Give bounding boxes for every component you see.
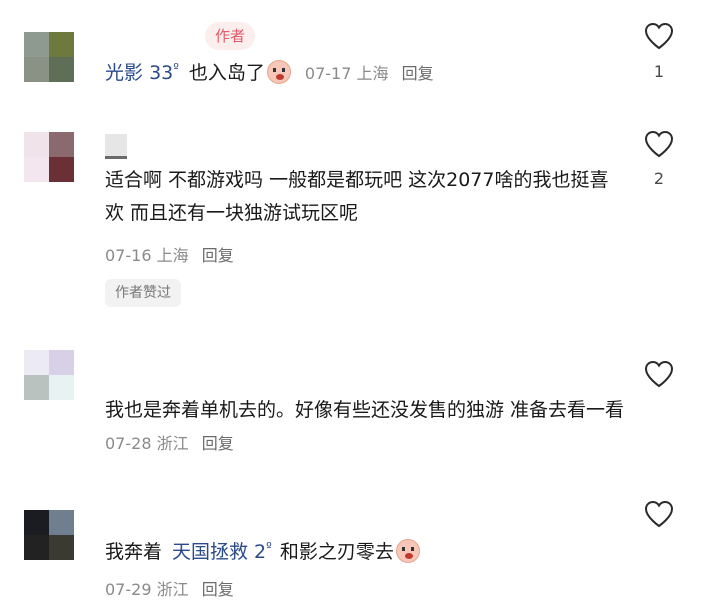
comment-meta: 07-17 上海 回复 [305, 60, 434, 84]
avatar[interactable] [24, 350, 74, 400]
comment-text: 也入岛了 [188, 62, 265, 84]
author-liked-chip: 作者赞过 [105, 279, 181, 307]
shy-face-emoji-icon [266, 59, 291, 84]
avatar[interactable] [24, 132, 74, 182]
comment-line: 我奔着 天国拯救 2º 和影之刃零去 [105, 537, 422, 564]
heart-icon[interactable] [644, 360, 674, 388]
reply-button[interactable]: 回复 [202, 434, 234, 453]
shy-face-emoji-icon [395, 538, 420, 563]
avatar[interactable] [24, 510, 74, 560]
comment-date: 07-17 [304, 63, 352, 83]
username[interactable] [105, 134, 127, 159]
comment-text: 我也是奔着单机去的。好像有些还没发售的独游 准备去看一看 07-28 浙江 回复 [105, 399, 625, 453]
like-count: 2 [653, 169, 665, 188]
comment-location: 上海 [156, 246, 189, 265]
reply-button[interactable]: 回复 [202, 580, 234, 599]
comment-location: 浙江 [156, 434, 189, 453]
comment-meta: 07-28 浙江 回复 [105, 434, 234, 453]
avatar[interactable] [24, 32, 74, 82]
heart-icon[interactable] [644, 500, 674, 528]
comment-location: 上海 [356, 63, 389, 83]
comment-date: 07-29 [105, 580, 152, 599]
comment-text: 适合啊 不都游戏吗 一般都是都玩吧 这次2077啥的我也挺喜欢 而且还有一块独游… [105, 169, 609, 224]
comment-meta: 07-29 浙江 回复 [105, 576, 234, 600]
comment-meta: 07-16 上海 回复 [105, 242, 234, 266]
author-badge: 作者 [205, 22, 256, 50]
comment-line: 光影 33º 也入岛了 07-17 上海 回复 [105, 58, 434, 85]
reply-button[interactable]: 回复 [402, 64, 434, 83]
reply-button[interactable]: 回复 [202, 246, 234, 265]
comment-date: 07-28 [105, 434, 152, 453]
game-link[interactable]: 天国拯救 2º [172, 537, 272, 564]
heart-icon[interactable] [644, 130, 674, 158]
like-count: 1 [653, 62, 665, 81]
username[interactable]: 光影 33º [105, 58, 179, 85]
comment-location: 浙江 [156, 580, 189, 599]
comment-text-suffix: 和影之刃零去 [279, 541, 394, 563]
comment-date: 07-16 [105, 246, 152, 265]
comment-text: 我奔着 [105, 541, 163, 563]
heart-icon[interactable] [644, 22, 674, 50]
